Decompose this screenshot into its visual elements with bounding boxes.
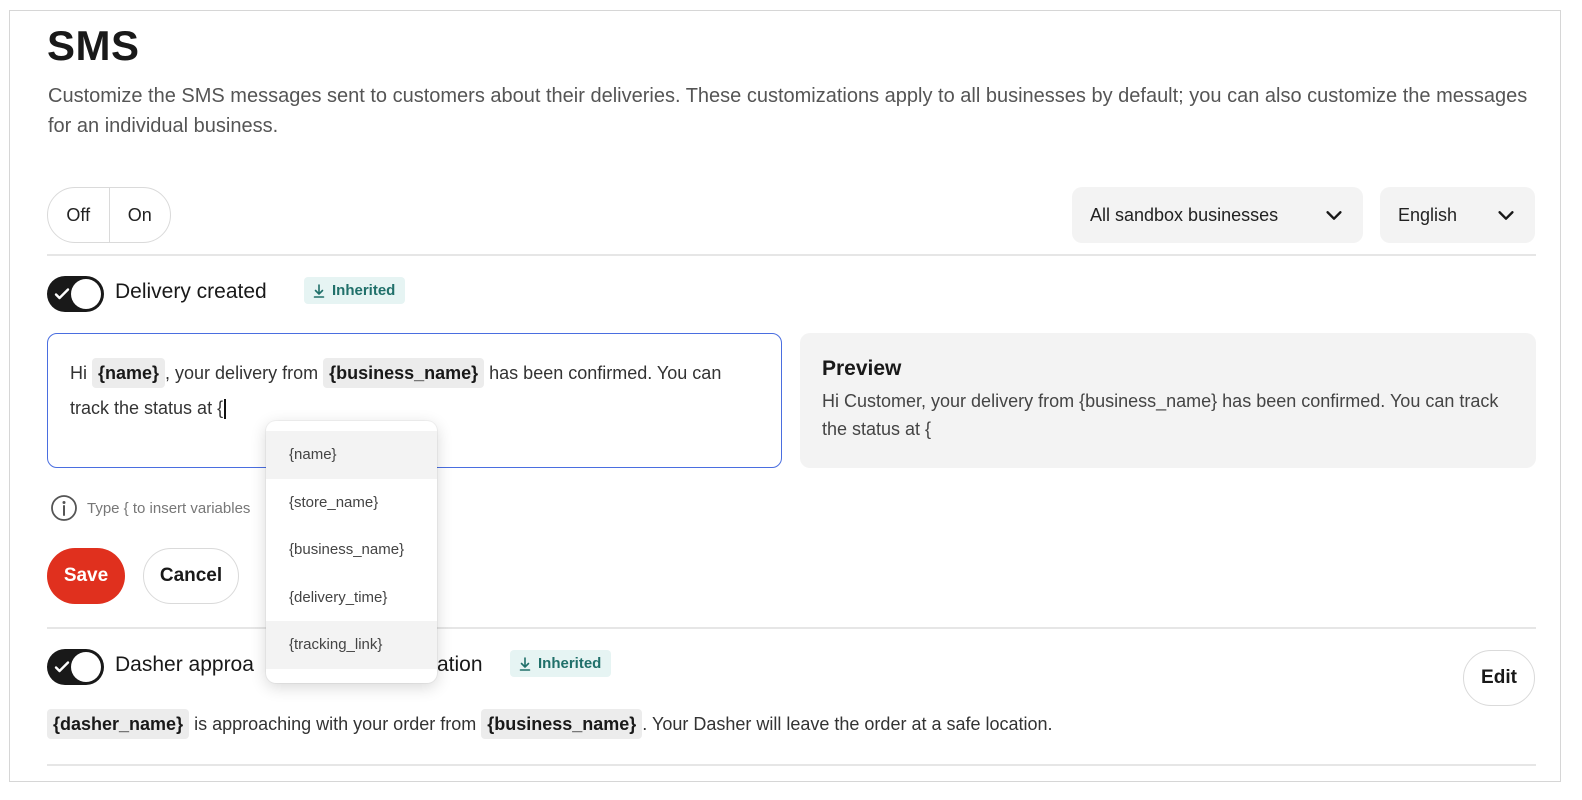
inherited-badge-label: Inherited (538, 655, 602, 672)
business-select-value: All sandbox businesses (1090, 204, 1279, 225)
language-select-value: English (1398, 204, 1458, 225)
menu-item-tracking-link[interactable]: {tracking_link} (266, 621, 437, 669)
off-option[interactable]: Off (48, 188, 109, 242)
inherited-badge-label: Inherited (332, 282, 396, 299)
inherit-arrow-icon (313, 283, 325, 298)
preview-panel: Preview Hi Customer, your delivery from … (800, 333, 1536, 468)
editor-text: , your delivery from (165, 363, 324, 383)
save-button[interactable]: Save (47, 548, 125, 604)
info-icon (51, 495, 77, 521)
on-option[interactable]: On (108, 188, 171, 242)
page-description: Customize the SMS messages sent to custo… (48, 85, 1528, 137)
toggle-knob (71, 279, 101, 309)
preview-text: Hi Customer, your delivery from {busines… (822, 391, 1499, 439)
menu-item-delivery-time[interactable]: {delivery_time} (266, 574, 437, 622)
dasher-approaching-message: {dasher_name} is approaching with your o… (47, 707, 1053, 741)
chevron-down-icon (1326, 211, 1342, 220)
message-text: . Your Dasher will leave the order at a … (642, 714, 1053, 734)
chevron-down-icon (1498, 211, 1514, 220)
hint-text: Type { to insert variables (87, 499, 251, 517)
message-text: is approaching with your order from (189, 714, 482, 734)
check-icon (54, 288, 70, 300)
menu-item-name[interactable]: {name} (266, 431, 437, 479)
variable-suggestion-menu: {name} {store_name} {business_name} {del… (266, 421, 437, 683)
toggle-knob (71, 652, 101, 682)
check-icon (54, 661, 70, 673)
inherited-badge: Inherited (510, 650, 612, 677)
page-title: SMS (47, 22, 140, 69)
variable-chip: {business_name} (481, 709, 643, 739)
variable-chip: {name} (92, 358, 166, 388)
business-select[interactable]: All sandbox businesses (1072, 187, 1363, 243)
variable-chip: {business_name} (323, 358, 485, 388)
delivery-created-toggle[interactable] (47, 276, 104, 312)
off-on-segmented-control[interactable]: Off On (47, 187, 171, 243)
variables-hint: Type { to insert variables (49, 493, 250, 523)
edit-button[interactable]: Edit (1463, 650, 1535, 706)
menu-item-business-name[interactable]: {business_name} (266, 526, 437, 574)
inherit-arrow-icon (519, 656, 531, 671)
divider (47, 254, 1536, 256)
dasher-approaching-label-start: Dasher approa (115, 653, 254, 676)
variable-chip: {dasher_name} (47, 709, 190, 739)
preview-title: Preview (822, 357, 902, 380)
cancel-button[interactable]: Cancel (143, 548, 239, 604)
dasher-approaching-toggle[interactable] (47, 649, 104, 685)
language-select[interactable]: English (1380, 187, 1535, 243)
menu-item-store-name[interactable]: {store_name} (266, 479, 437, 527)
inherited-badge: Inherited (304, 277, 406, 304)
dasher-approaching-label-end: ation (437, 653, 483, 676)
text-caret (224, 399, 226, 420)
editor-text: Hi (70, 363, 92, 383)
delivery-created-label: Delivery created (115, 280, 267, 303)
divider (47, 764, 1536, 766)
